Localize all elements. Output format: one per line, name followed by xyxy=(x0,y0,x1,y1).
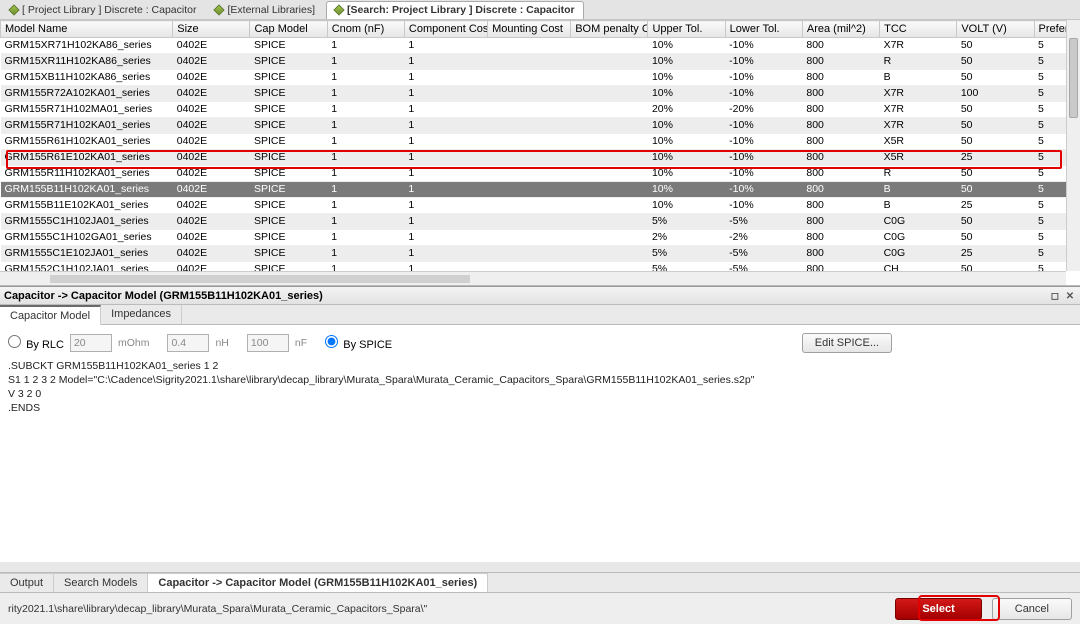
table-row[interactable]: GRM15XR11H102KA86_series0402ESPICE1110%-… xyxy=(1,54,1067,70)
top-tab-bar: [ Project Library ] Discrete : Capacitor… xyxy=(0,0,1080,20)
column-header[interactable]: Lower Tol. xyxy=(725,21,802,38)
table-row[interactable]: GRM15XB11H102KA86_series0402ESPICE1110%-… xyxy=(1,70,1067,86)
results-grid: Model NameSizeCap ModelCnom (nF)Componen… xyxy=(0,20,1080,286)
column-header[interactable]: Component Cost xyxy=(404,21,487,38)
bottom-tab-bar: Output Search Models Capacitor -> Capaci… xyxy=(0,572,1080,592)
tab-capacitor-model[interactable]: Capacitor Model xyxy=(0,305,101,325)
spice-netlist: .SUBCKT GRM155B11H102KA01_series 1 2 S1 … xyxy=(8,359,1072,415)
undock-icon[interactable]: ◻ xyxy=(1049,291,1061,302)
table-row[interactable]: GRM155R71H102MA01_series0402ESPICE1120%-… xyxy=(1,102,1067,118)
column-header[interactable]: Area (mil^2) xyxy=(802,21,879,38)
footer-path: rity2021.1\share\library\decap_library\M… xyxy=(8,603,427,615)
detail-title: Capacitor -> Capacitor Model (GRM155B11H… xyxy=(4,290,323,302)
table-row[interactable]: GRM1552C1H102JA01_series0402ESPICE115%-5… xyxy=(1,262,1067,272)
results-table[interactable]: Model NameSizeCap ModelCnom (nF)Componen… xyxy=(0,20,1066,271)
table-row[interactable]: GRM15XR71H102KA86_series0402ESPICE1110%-… xyxy=(1,38,1067,54)
table-row[interactable]: GRM1555C1H102JA01_series0402ESPICE115%-5… xyxy=(1,214,1067,230)
radio-by-rlc[interactable]: By RLC xyxy=(8,335,64,351)
table-row[interactable]: GRM155R11H102KA01_series0402ESPICE1110%-… xyxy=(1,166,1067,182)
tab-capacitor-model-bottom[interactable]: Capacitor -> Capacitor Model (GRM155B11H… xyxy=(148,573,488,592)
column-header[interactable]: VOLT (V) xyxy=(957,21,1034,38)
tab-output[interactable]: Output xyxy=(0,573,54,592)
column-header[interactable]: Preference xyxy=(1034,21,1066,38)
horizontal-scrollbar[interactable] xyxy=(0,271,1066,285)
edit-spice-button[interactable]: Edit SPICE... xyxy=(802,333,892,353)
column-header[interactable]: Model Name xyxy=(1,21,173,38)
table-row[interactable]: GRM155R71H102KA01_series0402ESPICE1110%-… xyxy=(1,118,1067,134)
tab-search-models[interactable]: Search Models xyxy=(54,573,148,592)
top-tab[interactable]: [Search: Project Library ] Discrete : Ca… xyxy=(326,1,584,19)
cancel-button[interactable]: Cancel xyxy=(992,598,1072,620)
close-icon[interactable]: ✕ xyxy=(1064,291,1076,302)
select-button[interactable]: Select xyxy=(895,598,981,620)
c-input xyxy=(247,334,289,352)
table-row[interactable]: GRM155R61E102KA01_series0402ESPICE1110%-… xyxy=(1,150,1067,166)
table-row[interactable]: GRM1555C1H102GA01_series0402ESPICE112%-2… xyxy=(1,230,1067,246)
table-row[interactable]: GRM155R72A102KA01_series0402ESPICE1110%-… xyxy=(1,86,1067,102)
column-header[interactable]: TCC xyxy=(880,21,957,38)
top-tab[interactable]: [ Project Library ] Discrete : Capacitor xyxy=(2,1,204,19)
column-header[interactable]: Upper Tol. xyxy=(648,21,725,38)
r-input xyxy=(70,334,112,352)
table-row[interactable]: GRM155B11E102KA01_series0402ESPICE1110%-… xyxy=(1,198,1067,214)
column-header[interactable]: Size xyxy=(173,21,250,38)
radio-by-spice[interactable]: By SPICE xyxy=(325,335,392,351)
table-row[interactable]: GRM155B11H102KA01_series0402ESPICE1110%-… xyxy=(1,182,1067,198)
top-tab[interactable]: [External Libraries] xyxy=(207,1,323,19)
column-header[interactable]: BOM penalty Cost xyxy=(571,21,648,38)
column-header[interactable]: Cap Model xyxy=(250,21,327,38)
column-header[interactable]: Cnom (nF) xyxy=(327,21,404,38)
detail-sub-tabs: Capacitor Model Impedances xyxy=(0,305,1080,325)
table-row[interactable]: GRM1555C1E102JA01_series0402ESPICE115%-5… xyxy=(1,246,1067,262)
tab-impedances[interactable]: Impedances xyxy=(101,305,182,324)
l-input xyxy=(167,334,209,352)
detail-panel: Capacitor -> Capacitor Model (GRM155B11H… xyxy=(0,286,1080,562)
vertical-scrollbar[interactable] xyxy=(1066,20,1080,271)
footer-bar: rity2021.1\share\library\decap_library\M… xyxy=(0,592,1080,624)
column-header[interactable]: Mounting Cost xyxy=(488,21,571,38)
table-row[interactable]: GRM155R61H102KA01_series0402ESPICE1110%-… xyxy=(1,134,1067,150)
